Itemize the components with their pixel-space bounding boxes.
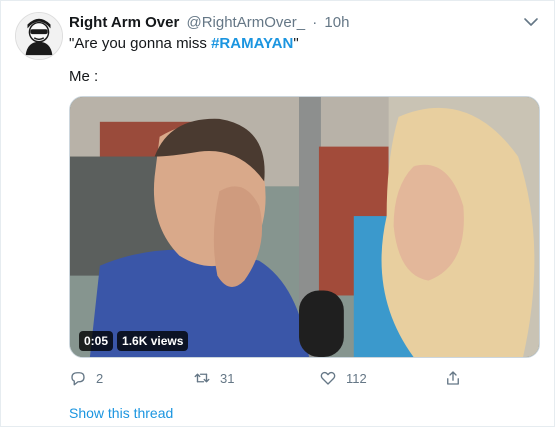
chevron-down-icon[interactable] [522, 13, 540, 31]
avatar[interactable] [15, 12, 63, 60]
tweet-actions: 2 31 112 [69, 369, 489, 389]
video-thumbnail [70, 97, 539, 357]
retweet-icon [194, 373, 210, 383]
heart-icon [320, 371, 336, 385]
video-views-badge: 1.6K views [117, 331, 189, 351]
retweet-count: 31 [220, 370, 235, 386]
separator-dot: · [312, 14, 318, 31]
like-count: 112 [346, 370, 367, 386]
tweet-text-second-line: Me : [69, 68, 99, 85]
reply-icon [71, 372, 85, 386]
reply-button[interactable]: 2 [69, 369, 103, 387]
avatar-cartoon-icon [16, 13, 62, 59]
user-handle[interactable]: @RightArmOver_ [186, 14, 305, 31]
tweet-header: Right Arm Over @RightArmOver_ · 10h [69, 14, 349, 31]
tweet-text-start: "Are you gonna miss [69, 35, 212, 52]
video-player[interactable] [69, 96, 540, 358]
show-thread-link[interactable]: Show this thread [69, 405, 173, 421]
tweet-timestamp[interactable]: 10h [324, 14, 349, 31]
tweet-text: "Are you gonna miss #RAMAYAN" [69, 35, 299, 52]
retweet-button[interactable]: 31 [193, 369, 234, 387]
share-button[interactable] [444, 369, 462, 387]
tweet-text-end: " [293, 35, 299, 52]
video-duration-badge: 0:05 [79, 331, 114, 351]
display-name[interactable]: Right Arm Over [69, 14, 179, 31]
like-button[interactable]: 112 [319, 369, 367, 387]
tweet-card[interactable]: Right Arm Over @RightArmOver_ · 10h "Are… [0, 0, 555, 427]
video-badges: 0:05 1.6K views [79, 331, 189, 351]
share-icon [447, 371, 459, 385]
hashtag-link[interactable]: #RAMAYAN [211, 35, 293, 52]
reply-count: 2 [96, 370, 104, 386]
